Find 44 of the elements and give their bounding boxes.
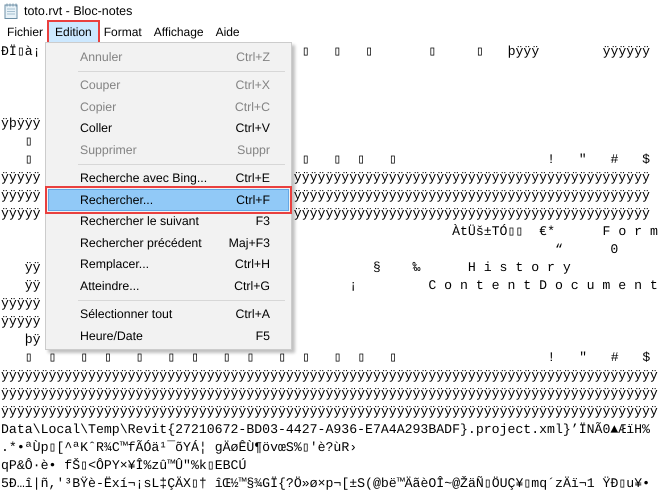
document-text: ÿÿÿÿÿÿÿÿÿÿÿÿÿÿÿÿÿÿÿÿÿÿÿÿÿÿÿÿÿÿÿÿÿÿÿÿÿÿÿÿÿÿÿÿÿÿÿÿÿÿÿÿÿÿÿÿÿÿÿÿÿÿÿÿÿÿÿÿÿÿÿÿÿÿÿÿÿÿÿÿÿÿÿ xyxy=(1,367,658,385)
document-text: ÐÏ▯à¡ xyxy=(1,44,41,59)
document-text: § ‰ H i s t o r y xyxy=(372,259,571,277)
document-text: ▯ xyxy=(24,134,33,149)
document-text: ÿÿÿÿÿ xyxy=(1,206,41,221)
document-text: ÿÿÿÿÿÿÿÿÿÿÿÿÿÿÿÿÿÿÿÿÿÿÿÿÿÿÿÿÿÿÿÿÿÿÿÿÿÿÿÿÿÿÿÿÿ xyxy=(294,187,650,205)
document-text: ▯ ▯ ▯ ▯ ▯ ▯ ▯ ▯ ▯ ▯ ▯ ▯ ▯ ▯ ! " # $ xyxy=(24,349,650,367)
document-text: ▯ ▯ ▯ ▯ ▯ þÿÿÿ ÿÿÿÿÿÿ xyxy=(300,43,650,61)
document-text: ÿÿÿÿÿ xyxy=(1,296,41,311)
document-text: ÿÿÿÿÿ xyxy=(1,188,41,203)
menu-item[interactable]: Coller Ctrl+V xyxy=(48,118,289,139)
document-text: ÿÿÿÿÿ xyxy=(1,170,41,185)
menu-bar-item[interactable]: Aide xyxy=(210,22,246,43)
document-text: ÿþÿÿÿ xyxy=(1,116,41,131)
menu-bar-item[interactable]: Edition xyxy=(49,22,98,43)
menu-bar-item[interactable]: Format xyxy=(98,22,148,43)
document-text: 5Ð…î|ñ,'³BŸè-Ëxí¬¡sL‡ÇÄX▯† îŒ½™§¾GÏ{?Ö»ø×p¬[±S(@bë™ÄãèOÎ~@ŽäÑ▯ÖUÇ¥▯mq´zÄï¬1 ŸÐ▯u¥• xyxy=(1,475,650,491)
document-text: ÿÿ xyxy=(24,260,41,275)
menu-item[interactable]: Rechercher le suivant F3 xyxy=(48,210,289,232)
document-text: ÿÿÿÿÿÿÿÿÿÿÿÿÿÿÿÿÿÿÿÿÿÿÿÿÿÿÿÿÿÿÿÿÿÿÿÿÿÿÿÿÿÿÿÿÿ xyxy=(294,169,650,187)
menu-item[interactable]: Remplacer... Ctrl+H xyxy=(48,254,289,275)
document-text: ÿÿ xyxy=(24,278,41,293)
menu-bar-item[interactable]: Fichier xyxy=(1,22,50,43)
document-text: ÿÿÿÿÿÿÿÿÿÿÿÿÿÿÿÿÿÿÿÿÿÿÿÿÿÿÿÿÿÿÿÿÿÿÿÿÿÿÿÿÿÿÿÿÿÿÿÿÿÿÿÿÿÿÿÿÿÿÿÿÿÿÿÿÿÿÿÿÿÿÿÿÿÿÿÿÿÿÿÿÿÿÿ xyxy=(1,403,658,421)
menu-item[interactable]: Atteindre... Ctrl+G xyxy=(48,275,289,296)
document-text: ÿÿÿÿÿÿÿÿÿÿÿÿÿÿÿÿÿÿÿÿÿÿÿÿÿÿÿÿÿÿÿÿÿÿÿÿÿÿÿÿÿÿÿÿÿÿÿÿÿÿÿÿÿÿÿÿÿÿÿÿÿÿÿÿÿÿÿÿÿÿÿÿÿÿÿÿÿÿÿÿÿÿÿ xyxy=(1,385,658,403)
menu-item[interactable]: Heure/Date F5 xyxy=(48,325,289,346)
document-text: ¡ C o n t e n t D o c u m e n t xyxy=(348,277,658,295)
document-text: þÿ xyxy=(24,332,41,347)
document-text: qP&Ô·è• fŠ▯<ÔPY×¥Î%zû™Û"%k▯EBCÚ xyxy=(1,457,246,475)
document-text: ÿÿÿÿÿ xyxy=(1,314,41,329)
document-text: .*•ªÙp▯[^ªKˆR¾C™fÃÓä¹¯õYÁ¦ gÄøÊÙ¶övœS%▯'è?ùR› xyxy=(1,439,358,457)
menu-bar-item[interactable]: Affichage xyxy=(148,22,210,43)
menu-item[interactable]: Recherche avec Bing... Ctrl+E xyxy=(48,168,289,189)
menu-item[interactable]: Rechercher précédent Maj+F3 xyxy=(48,232,289,254)
menu-item[interactable]: Sélectionner tout Ctrl+A xyxy=(48,304,289,325)
document-text: ÀtÜš±TÓ▯▯ €* F o r m xyxy=(451,223,658,241)
document-text: ▯ xyxy=(24,152,33,167)
window-title: toto.rvt - Bloc-notes xyxy=(24,2,132,20)
document-text: ÿÿÿÿÿÿÿÿÿÿÿÿÿÿÿÿÿÿÿÿÿÿÿÿÿÿÿÿÿÿÿÿÿÿÿÿÿÿÿÿÿÿÿÿÿ xyxy=(294,205,650,223)
document-text: ▯ ▯ ▯ ▯ ! " # $ xyxy=(300,151,650,169)
notepad-icon xyxy=(4,3,18,19)
document-text: Data\Local\Temp\Revit{27210672-BD03-4427-A936-E7A4A293BADF}.project.xml}’ÏNÃ0▲ÆïH% xyxy=(1,421,650,439)
document-text: “ 0 xyxy=(554,241,618,259)
